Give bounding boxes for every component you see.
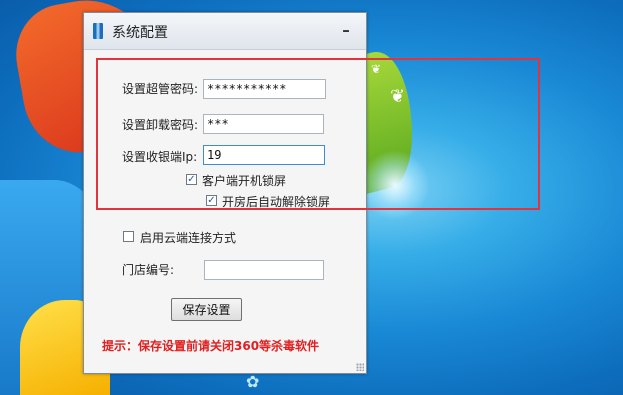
butterfly-icon: ❦ [390,86,406,107]
app-icon [93,23,103,39]
store-number-input[interactable] [204,260,324,280]
uninstall-password-label: 设置卸载密码: [122,118,199,132]
minimize-button[interactable]: – [338,21,354,39]
autostart-lock-checkbox[interactable]: ✓ [186,174,197,185]
cashier-ip-label: 设置收银端Ip: [122,150,198,164]
warning-hint: 提示：保存设置前请关闭360等杀毒软件 [102,339,320,353]
uninstall-password-input[interactable]: *** [203,114,324,134]
butterfly-small-icon: ❦ [371,62,382,76]
system-config-dialog: 系统配置 – 设置超管密码: *********** 设置卸载密码: *** 设… [83,12,367,374]
admin-password-input[interactable]: *********** [203,79,326,99]
title-bar[interactable]: 系统配置 – [84,13,366,50]
autostart-lock-label: 客户端开机锁屏 [202,174,287,188]
save-settings-button[interactable]: 保存设置 [171,298,242,321]
resize-grip-icon[interactable] [356,363,364,371]
unlock-after-open-checkbox[interactable]: ✓ [206,195,217,206]
cloud-connection-checkbox[interactable] [123,231,134,242]
wallpaper-glow [360,150,430,220]
store-number-label: 门店编号: [122,263,175,277]
flower-icon: ✿ [246,372,260,391]
cashier-ip-input[interactable]: 19 [203,145,325,165]
unlock-after-open-label: 开房后自动解除锁屏 [222,195,331,209]
admin-password-label: 设置超管密码: [122,82,199,96]
cloud-connection-label: 启用云端连接方式 [140,231,237,245]
window-title: 系统配置 [112,25,168,41]
